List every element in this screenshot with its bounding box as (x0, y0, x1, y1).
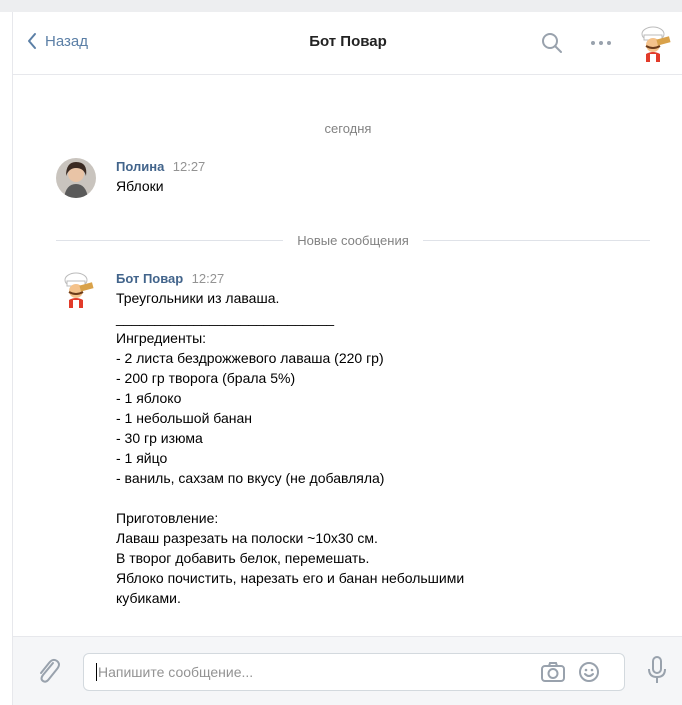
user-avatar[interactable] (56, 158, 96, 198)
camera-icon (541, 662, 565, 682)
message-body: Полина 12:27 Яблоки (116, 158, 656, 196)
more-dots-icon (591, 41, 611, 45)
chat-header: Назад Бот Повар (12, 12, 682, 75)
message-input-box[interactable] (83, 653, 625, 691)
text-caret (96, 663, 97, 681)
chef-bot-avatar[interactable] (633, 24, 673, 64)
message-body: Бот Повар 12:27 Треугольники из лаваша. … (116, 270, 656, 608)
chef-icon (641, 26, 671, 62)
chef-icon (64, 272, 94, 308)
camera-button[interactable] (540, 661, 566, 688)
voice-message-button[interactable] (647, 655, 667, 690)
new-messages-divider: Новые сообщения (56, 230, 650, 250)
search-button[interactable] (541, 32, 563, 59)
composer (12, 636, 682, 705)
user-photo-icon (56, 158, 96, 198)
divider-line (56, 239, 284, 241)
message-text: Яблоки (116, 178, 164, 194)
divider-line (422, 239, 650, 241)
bot-avatar[interactable] (56, 270, 96, 310)
message-time: 12:27 (191, 271, 225, 286)
search-icon (542, 33, 562, 53)
smiley-icon (579, 662, 599, 682)
microphone-icon (648, 656, 666, 683)
new-messages-label: Новые сообщения (297, 232, 409, 248)
message-text: Треугольники из лаваша. ________________… (116, 290, 465, 606)
emoji-button[interactable] (578, 661, 600, 688)
message-time: 12:27 (172, 159, 206, 174)
message-input[interactable] (96, 654, 520, 690)
message-author[interactable]: Полина (116, 159, 164, 174)
attach-button[interactable] (35, 655, 61, 690)
message-author[interactable]: Бот Повар (116, 271, 183, 286)
paperclip-icon (40, 658, 60, 683)
chat-title: Бот Повар (309, 33, 387, 50)
date-separator: сегодня (324, 121, 372, 136)
message-history[interactable]: сегодня Полина 12:27 Яблоки Новые сообще… (12, 74, 682, 636)
window-top-strip (0, 0, 682, 12)
more-button[interactable] (589, 36, 613, 54)
